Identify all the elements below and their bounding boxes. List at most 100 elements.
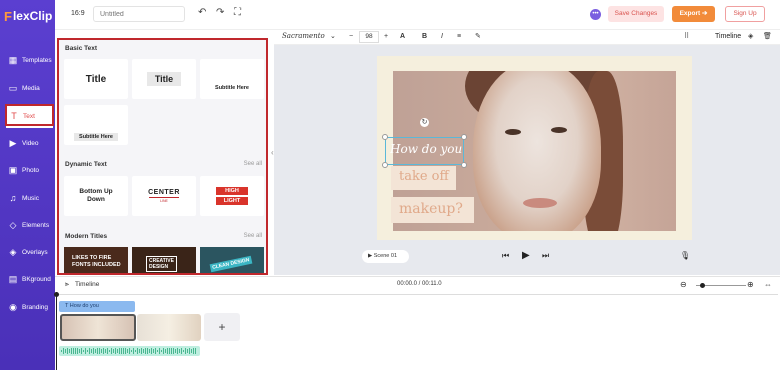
card-label: CENTER LINE (148, 189, 180, 203)
italic-icon[interactable]: I (441, 33, 443, 40)
sidebar-item-background[interactable]: ▤ BKground (0, 267, 55, 291)
font-select[interactable]: Sacramento (282, 32, 325, 40)
trash-icon[interactable]: 🗑 (763, 33, 772, 40)
waveform-bar (63, 347, 64, 355)
waveform-bar (71, 348, 72, 354)
sidebar-item-music[interactable]: ♫ Music (0, 186, 55, 210)
timeline-audio-track[interactable] (59, 346, 200, 356)
waveform-bar (107, 347, 108, 355)
bold-icon[interactable]: B (422, 33, 427, 40)
high-light-card[interactable]: HIGH LIGHT (200, 176, 264, 216)
basic-subtitle-boxed-card[interactable]: Subtitle Here (64, 105, 128, 145)
decrease-size-icon[interactable]: − (349, 33, 353, 40)
modern-title-card-clean[interactable]: CLEAN DESIGN (200, 247, 264, 273)
modern-title-card-fire[interactable]: LIKES TO FIRE FONTS INCLUDED (64, 247, 128, 273)
waveform-bar (139, 349, 140, 353)
divider (149, 197, 179, 198)
audio-waveform (59, 346, 200, 356)
export-label: Export (679, 10, 701, 17)
sidebar-item-templates[interactable]: ▦ Templates (0, 48, 55, 72)
timeline-scene-clip-2[interactable] (137, 314, 201, 341)
sign-up-button[interactable]: Sign Up (725, 6, 765, 22)
waveform-bar (87, 349, 88, 353)
sidebar-item-video[interactable]: ▶ Video (0, 131, 55, 155)
rotate-handle-icon[interactable]: ↻ (420, 118, 429, 127)
waveform-bar (159, 347, 160, 355)
canvas-text-take-off[interactable]: take off (391, 166, 456, 190)
playhead[interactable] (56, 292, 57, 370)
playhead-handle[interactable] (54, 292, 59, 297)
align-icon[interactable]: ≡ (457, 33, 461, 40)
zoom-out-icon[interactable]: ⊖ (680, 280, 687, 289)
waveform-bar (175, 348, 176, 354)
format-toolbar: Sacramento ⌄ − 98 + A B I ≡ ✎ ⠿ Timeline… (274, 30, 780, 45)
grid-icon[interactable]: ⠿ (684, 33, 689, 40)
layers-icon[interactable]: ◈ (748, 33, 753, 40)
logo[interactable]: F lexClip (4, 8, 52, 24)
microphone-icon[interactable]: 🎙 (680, 252, 690, 260)
save-changes-button[interactable]: Save Changes (608, 6, 664, 22)
waveform-bar (171, 348, 172, 354)
waveform-bar (177, 347, 178, 355)
overlays-icon: ◈ (9, 246, 17, 257)
timeline-ruler (58, 294, 778, 295)
aspect-ratio-button[interactable]: 16:9 (71, 10, 85, 17)
project-title-input[interactable] (93, 6, 185, 22)
waveform-bar (163, 347, 164, 355)
undo-icon[interactable]: ↶ (198, 8, 206, 18)
zoom-in-icon[interactable]: ⊕ (747, 280, 754, 289)
scene-selector[interactable]: ▶ Scene 01 (362, 250, 409, 263)
modern-see-all-link[interactable]: See all (244, 233, 262, 239)
sidebar-item-label: Overlays (22, 248, 48, 256)
waveform-bar (123, 348, 124, 354)
next-icon[interactable]: ⏭ (542, 252, 549, 260)
sidebar-item-overlays[interactable]: ◈ Overlays (0, 240, 55, 264)
resize-handle[interactable] (382, 162, 388, 168)
modern-title-card-creative[interactable]: CREATIVE DESIGN (132, 247, 196, 273)
text-color-icon[interactable]: A (400, 33, 405, 40)
waveform-bar (121, 348, 122, 354)
basic-title-card[interactable]: Title (64, 59, 128, 99)
font-size-input[interactable]: 98 (359, 31, 379, 43)
basic-subtitle-card[interactable]: Subtitle Here (200, 59, 264, 99)
previous-icon[interactable]: ⏮ (502, 252, 509, 260)
resize-handle[interactable] (461, 134, 467, 140)
dynamic-see-all-link[interactable]: See all (244, 161, 262, 167)
timeline-scene-clip-1[interactable] (60, 314, 136, 341)
timeline-header: ⫸ Timeline 00:00.0 / 00:11.0 ⊖ ⊕ ⇔ (55, 276, 780, 292)
waveform-bar (65, 349, 66, 353)
chevron-down-icon[interactable]: ⌄ (330, 33, 336, 40)
canvas-text-how-do-you[interactable]: How do you (390, 142, 462, 156)
timeline-toggle[interactable]: Timeline (715, 33, 741, 40)
basic-title-boxed-card[interactable]: Title (132, 59, 196, 99)
zoom-slider-knob[interactable] (700, 283, 705, 288)
text-clip-icon: T (65, 303, 69, 309)
eye-shape (505, 129, 521, 135)
sidebar-item-photo[interactable]: ▣ Photo (0, 158, 55, 182)
timeline-text-clip[interactable]: T How do you (59, 301, 135, 312)
sidebar-item-elements[interactable]: ◇ Elements (0, 213, 55, 237)
waveform-bar (141, 347, 142, 355)
waveform-bar (81, 347, 82, 355)
resize-handle[interactable] (461, 162, 467, 168)
export-button[interactable]: Export ➔ (672, 6, 715, 22)
selected-text-box[interactable]: How do you (385, 137, 464, 165)
fit-timeline-icon[interactable]: ⇔ (764, 280, 772, 289)
redo-icon[interactable]: ↷ (216, 8, 224, 18)
waveform-bar (189, 347, 190, 355)
highlight-pen-icon[interactable]: ✎ (475, 33, 481, 40)
waveform-bar (149, 348, 150, 354)
fullscreen-icon[interactable]: ⛶ (234, 8, 241, 18)
sidebar-item-media[interactable]: ▭ Media (0, 76, 55, 100)
sidebar-item-branding[interactable]: ◉ Branding (0, 295, 55, 319)
play-icon[interactable]: ▶ (522, 251, 530, 261)
center-line-card[interactable]: CENTER LINE (132, 176, 196, 216)
bottom-up-down-card[interactable]: Bottom Up Down (64, 176, 128, 216)
resize-handle[interactable] (382, 134, 388, 140)
top-bar: 16:9 ↶ ↷ ⛶ ••• Save Changes Export ➔ Sig… (55, 0, 780, 30)
increase-size-icon[interactable]: + (384, 33, 388, 40)
add-scene-button[interactable]: + (204, 313, 240, 341)
chat-icon[interactable]: ••• (590, 9, 601, 20)
canvas-text-makeup[interactable]: makeup? (391, 197, 474, 223)
text-item-highlight (5, 104, 54, 126)
